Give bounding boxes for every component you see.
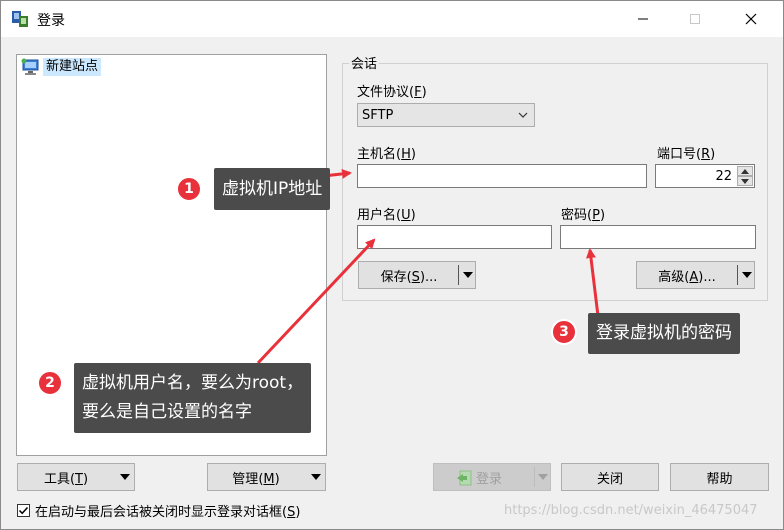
tools-button[interactable]: 工具(T): [17, 463, 135, 491]
callout-password-text: 登录虚拟机的密码: [596, 323, 732, 343]
user-label: 用户名(U): [357, 208, 416, 223]
help-button-label: 帮助: [706, 471, 733, 487]
callout-username-line1: 虚拟机用户名，要么为root，: [82, 373, 304, 393]
login-split-separator: [534, 467, 535, 487]
save-button-label: 保存(S)...: [380, 269, 438, 285]
session-group-title: 会话: [349, 53, 380, 72]
dropdown-arrow-icon: [120, 474, 130, 480]
port-label: 端口号(R): [657, 147, 716, 162]
port-decrement-button[interactable]: [737, 176, 753, 186]
callout-host-text: 虚拟机IP地址: [222, 179, 323, 199]
badge-1: 1: [176, 176, 202, 202]
manage-button[interactable]: 管理(M): [207, 463, 326, 491]
window-title: 登录: [37, 13, 65, 29]
protocol-label: 文件协议(F): [357, 85, 427, 100]
close-button[interactable]: 关闭: [561, 463, 659, 491]
maximize-icon: [690, 14, 700, 24]
show-login-checkbox[interactable]: [17, 504, 30, 517]
login-dialog: 登录 新建站点 会话 文件协议(F) SFTP 主机名(H) 端口号(R) 22…: [0, 0, 784, 530]
port-increment-button[interactable]: [737, 166, 753, 176]
badge-3: 3: [551, 319, 577, 345]
tools-button-label: 工具(T): [43, 471, 89, 487]
watermark: https://blog.csdn.net/weixin_46475047: [504, 503, 758, 518]
protocol-selected-value: SFTP: [362, 107, 394, 123]
minimize-button[interactable]: [619, 1, 667, 37]
triangle-up-icon: [741, 168, 749, 174]
triangle-down-icon: [741, 178, 749, 184]
password-input[interactable]: [560, 225, 756, 249]
callout-username-line2: 要么是自己设置的名字: [82, 402, 252, 422]
badge-2: 2: [37, 370, 63, 396]
manage-button-label: 管理(M): [232, 471, 280, 487]
tree-item-new-site[interactable]: 新建站点: [21, 57, 105, 77]
protocol-select[interactable]: SFTP: [357, 103, 535, 127]
advanced-split-separator: [737, 265, 738, 285]
save-button[interactable]: 保存(S)...: [358, 261, 476, 289]
dropdown-arrow-icon: [742, 272, 752, 278]
port-value: 22: [715, 169, 732, 184]
winscp-app-icon: [12, 11, 28, 27]
dropdown-arrow-icon: [311, 474, 321, 480]
save-split-separator: [458, 265, 459, 285]
show-login-checkbox-label: 在启动与最后会话被关闭时显示登录对话框(S): [35, 505, 301, 520]
show-login-checkbox-row[interactable]: 在启动与最后会话被关闭时显示登录对话框(S): [17, 501, 300, 520]
advanced-button-label: 高级(A)...: [658, 269, 716, 285]
login-icon: [457, 470, 472, 486]
help-button[interactable]: 帮助: [670, 463, 769, 491]
maximize-button[interactable]: [671, 1, 719, 37]
dropdown-arrow-icon: [538, 474, 548, 480]
port-stepper[interactable]: 22: [655, 164, 755, 188]
login-button[interactable]: 登录: [433, 463, 551, 491]
port-spin-buttons: [737, 166, 753, 186]
host-input[interactable]: [357, 164, 647, 188]
checkmark-icon: [18, 506, 29, 515]
tree-item-label: 新建站点: [43, 58, 102, 76]
callout-username: 虚拟机用户名，要么为root， 要么是自己设置的名字: [74, 363, 312, 433]
title-bar: 登录: [1, 1, 783, 37]
host-label: 主机名(H): [357, 147, 416, 162]
advanced-button[interactable]: 高级(A)...: [636, 261, 755, 289]
close-window-button[interactable]: [727, 1, 775, 37]
password-label: 密码(P): [561, 208, 606, 223]
minimize-icon: [638, 18, 648, 20]
close-icon: [745, 13, 757, 25]
username-input[interactable]: [357, 225, 552, 249]
chevron-down-icon: [518, 112, 528, 118]
callout-host: 虚拟机IP地址: [214, 168, 331, 210]
callout-password: 登录虚拟机的密码: [588, 313, 740, 354]
login-button-label: 登录: [476, 471, 503, 487]
dropdown-arrow-icon: [463, 272, 473, 278]
computer-icon: [21, 58, 39, 75]
close-button-label: 关闭: [596, 471, 623, 487]
